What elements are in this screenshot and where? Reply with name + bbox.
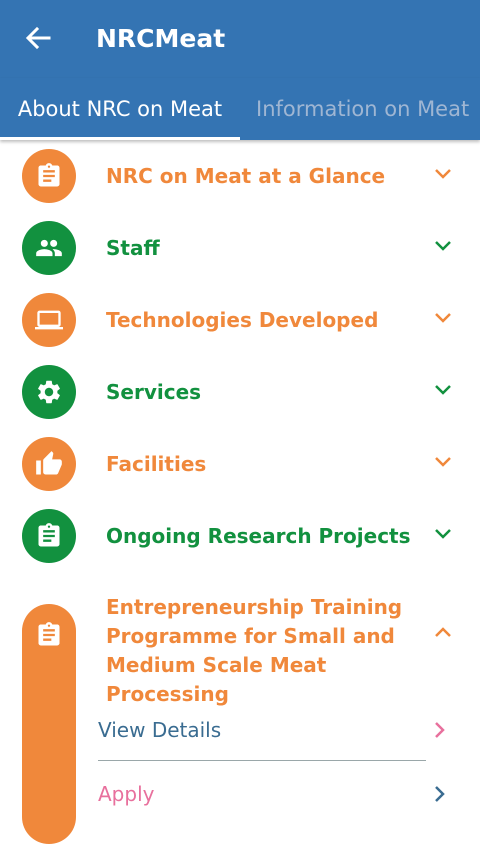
chevron-down-icon[interactable] bbox=[434, 237, 452, 255]
section-label: NRC on Meat at a Glance bbox=[106, 164, 386, 188]
divider bbox=[98, 760, 426, 761]
section-icon-badge bbox=[22, 365, 76, 419]
section-nrc-on-meat-at-a-glance[interactable]: NRC on Meat at a Glance bbox=[0, 145, 480, 217]
thumbs-up-icon bbox=[36, 451, 62, 475]
laptop-icon bbox=[35, 310, 63, 330]
section-icon-badge bbox=[22, 509, 76, 563]
app-bar: NRCMeat bbox=[0, 0, 480, 78]
app-title: NRCMeat bbox=[96, 24, 226, 53]
chevron-right-icon bbox=[435, 722, 445, 738]
section-services[interactable]: Services bbox=[0, 361, 480, 433]
section-label: Entrepreneurship Training Programme for … bbox=[106, 593, 426, 709]
section-icon-badge bbox=[22, 437, 76, 491]
view-details-link[interactable]: View Details bbox=[98, 710, 458, 750]
section-label-line: Programme for Small and bbox=[106, 624, 395, 648]
chevron-down-icon[interactable] bbox=[434, 309, 452, 327]
tab-indicator bbox=[0, 137, 240, 140]
chevron-down-icon[interactable] bbox=[434, 381, 452, 399]
chevron-down-icon[interactable] bbox=[434, 453, 452, 471]
clipboard-icon bbox=[38, 163, 60, 187]
tab-about-nrc-on-meat[interactable]: About NRC on Meat bbox=[0, 78, 240, 140]
section-icon-badge bbox=[22, 604, 76, 844]
section-staff[interactable]: Staff bbox=[0, 217, 480, 289]
section-icon-badge bbox=[22, 293, 76, 347]
gear-icon bbox=[38, 380, 60, 404]
clipboard-icon bbox=[38, 622, 60, 646]
section-label-line: Entrepreneurship Training bbox=[106, 595, 403, 619]
apply-label: Apply bbox=[98, 782, 155, 806]
chevron-right-icon bbox=[435, 786, 445, 802]
section-technologies-developed[interactable]: Technologies Developed bbox=[0, 289, 480, 361]
section-facilities[interactable]: Facilities bbox=[0, 433, 480, 505]
section-label: Technologies Developed bbox=[106, 308, 379, 332]
chevron-up-icon[interactable] bbox=[434, 624, 452, 642]
chevron-down-icon[interactable] bbox=[434, 165, 452, 183]
arrow-back-icon[interactable] bbox=[24, 22, 52, 54]
section-icon-badge bbox=[22, 149, 76, 203]
chevron-down-icon[interactable] bbox=[434, 525, 452, 543]
clipboard-icon bbox=[38, 523, 60, 547]
section-label: Services bbox=[106, 380, 202, 404]
apply-link[interactable]: Apply bbox=[98, 774, 458, 814]
tab-information-on-meat[interactable]: Information on Meat bbox=[256, 78, 469, 140]
people-icon bbox=[36, 239, 62, 257]
section-label: Ongoing Research Projects bbox=[106, 524, 411, 548]
section-label: Facilities bbox=[106, 452, 207, 476]
section-icon-badge bbox=[22, 221, 76, 275]
section-ongoing-research-projects[interactable]: Ongoing Research Projects bbox=[0, 505, 480, 577]
tab-bar: About NRC on Meat Information on Meat bbox=[0, 78, 480, 140]
section-label: Staff bbox=[106, 236, 160, 260]
view-details-label: View Details bbox=[98, 718, 222, 742]
section-label-line: Medium Scale Meat Processing bbox=[106, 653, 327, 706]
